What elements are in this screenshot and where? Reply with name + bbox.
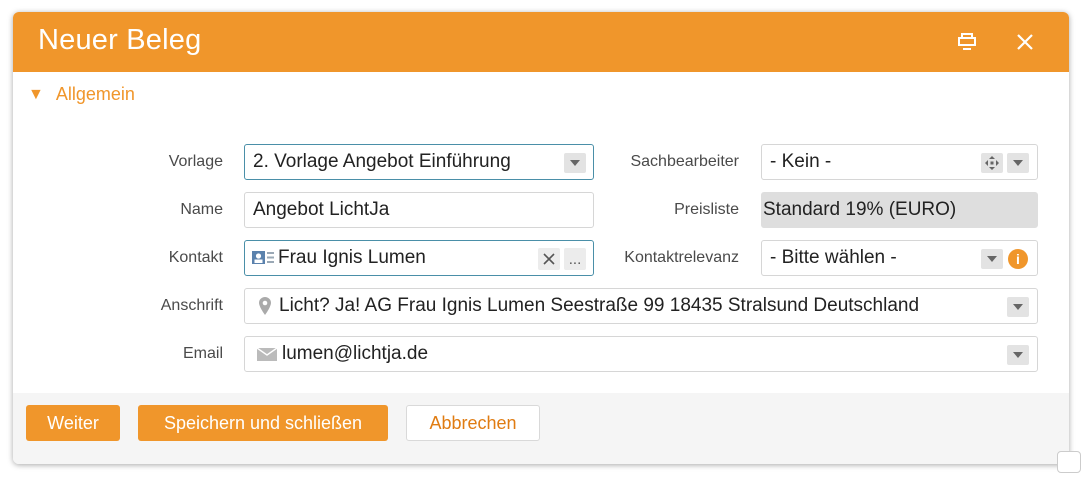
section-toggle-allgemein[interactable]: ▼ Allgemein: [28, 84, 135, 105]
label-vorlage: Vorlage: [168, 153, 223, 170]
sachbearbeiter-select[interactable]: - Kein -: [761, 144, 1038, 180]
new-document-dialog: Neuer Beleg ▼ Allgemein Vorlage Name Kon…: [13, 12, 1069, 464]
label-kontakt: Kontakt: [168, 249, 223, 266]
move-arrows-icon[interactable]: [981, 153, 1003, 173]
label-preisliste: Preisliste: [674, 201, 739, 218]
resize-handle[interactable]: [1057, 451, 1081, 473]
chevron-down-icon[interactable]: [1007, 345, 1029, 365]
dialog-title: Neuer Beleg: [38, 24, 202, 56]
cancel-button[interactable]: Abbrechen: [406, 405, 540, 441]
section-label: Allgemein: [55, 84, 135, 104]
save-close-button[interactable]: Speichern und schließen: [138, 405, 388, 441]
envelope-icon: [257, 347, 277, 361]
sachbearbeiter-value: - Kein -: [770, 151, 832, 172]
label-kontaktrelevanz: Kontaktrelevanz: [624, 249, 739, 266]
kontaktrelevanz-select[interactable]: - Bitte wählen - i: [761, 240, 1038, 276]
vorlage-value: 2. Vorlage Angebot Einführung: [253, 151, 511, 172]
email-select[interactable]: lumen@lichtja.de: [244, 336, 1038, 372]
label-anschrift: Anschrift: [160, 297, 223, 314]
vorlage-select[interactable]: 2. Vorlage Angebot Einführung: [244, 144, 594, 180]
name-input[interactable]: Angebot LichtJa: [244, 192, 594, 228]
chevron-down-icon[interactable]: [981, 249, 1003, 269]
chevron-down-icon[interactable]: [1007, 153, 1029, 173]
anschrift-select[interactable]: Licht? Ja! AG Frau Ignis Lumen Seestraße…: [244, 288, 1038, 324]
preisliste-value: Standard 19% (EURO): [763, 199, 957, 220]
info-icon[interactable]: i: [1008, 249, 1028, 269]
email-value: lumen@lichtja.de: [282, 343, 429, 364]
window-restore-icon[interactable]: [955, 30, 979, 54]
chevron-down-icon[interactable]: [564, 153, 586, 173]
label-email: Email: [182, 345, 223, 362]
contact-more-button[interactable]: ...: [564, 248, 586, 270]
weiter-button[interactable]: Weiter: [26, 405, 120, 441]
dialog-titlebar: Neuer Beleg: [13, 12, 1069, 72]
label-sachbearbeiter: Sachbearbeiter: [630, 153, 739, 170]
label-name: Name: [180, 201, 223, 218]
close-icon[interactable]: [1013, 30, 1037, 54]
kontakt-value: Frau Ignis Lumen: [278, 247, 426, 268]
kontaktrelevanz-value: - Bitte wählen -: [770, 247, 897, 268]
clear-icon[interactable]: [538, 248, 560, 270]
contact-card-icon: [251, 250, 275, 266]
name-value: Angebot LichtJa: [253, 199, 390, 220]
preisliste-field: Standard 19% (EURO): [761, 192, 1038, 228]
collapse-triangle-icon: ▼: [28, 85, 44, 103]
kontakt-field[interactable]: Frau Ignis Lumen ...: [244, 240, 594, 276]
location-pin-icon: [259, 297, 271, 315]
chevron-down-icon[interactable]: [1007, 297, 1029, 317]
anschrift-value: Licht? Ja! AG Frau Ignis Lumen Seestraße…: [279, 295, 920, 316]
